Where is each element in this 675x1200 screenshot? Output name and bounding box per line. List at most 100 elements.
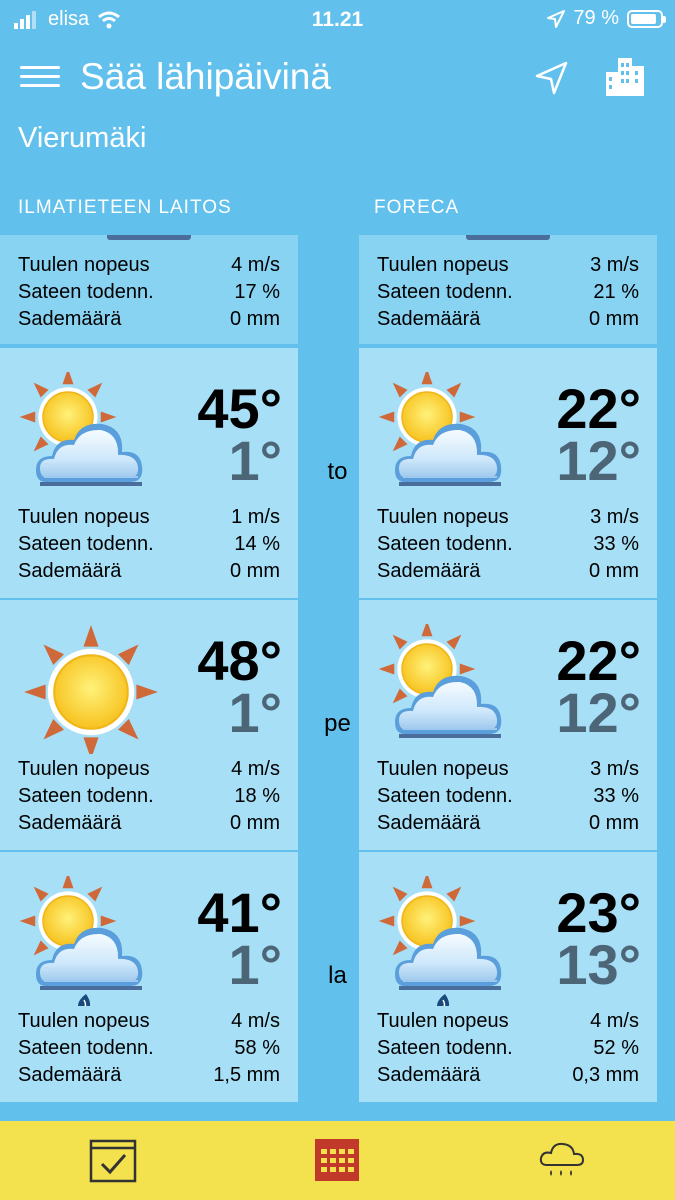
metric-row-wind: Tuulen nopeus 3 m/s [377, 254, 639, 281]
metric-row-rain-amount: Sademäärä 0 mm [377, 812, 639, 839]
day-label: la [328, 962, 347, 989]
sun-icon [8, 624, 158, 759]
metric-row-rain-amount: Sademäärä 0 mm [18, 812, 280, 839]
metric-label: Tuulen nopeus [18, 506, 150, 528]
metric-value: 18 % [234, 785, 280, 807]
metric-value: 33 % [593, 533, 639, 555]
temp-min: 12° [556, 429, 641, 492]
metric-value: 0,3 mm [572, 1064, 639, 1086]
forecast-card-foreca-pe[interactable]: 22° 12° Tuulen nopeus 3 m/s Sateen todenn. 33… [359, 600, 657, 850]
tab-bar [0, 1121, 675, 1200]
metric-label: Tuulen nopeus [377, 254, 509, 276]
status-right: 79 % [547, 7, 666, 30]
metric-row-wind: Tuulen nopeus 3 m/s [377, 506, 639, 533]
status-bar: elisa 11.21 79 % [0, 0, 675, 38]
metric-value: 1,5 mm [213, 1064, 280, 1086]
metric-label: Sateen todenn. [18, 1037, 154, 1059]
metric-label: Sademäärä [377, 1064, 481, 1086]
metric-label: Sateen todenn. [377, 785, 513, 807]
location-name: Vierumäki [18, 122, 147, 154]
temp-min: 13° [556, 933, 641, 996]
metric-value: 58 % [234, 1037, 280, 1059]
metric-label: Sademäärä [18, 812, 122, 834]
metric-label: Sateen todenn. [18, 533, 154, 555]
icon-fragment [466, 235, 550, 240]
metric-value: 0 mm [230, 308, 280, 330]
calendar-grid-icon[interactable] [312, 1135, 362, 1185]
metric-label: Sateen todenn. [377, 533, 513, 555]
metric-row-wind: Tuulen nopeus 3 m/s [377, 758, 639, 785]
metric-value: 21 % [593, 281, 639, 303]
forecast-card-foreca-to[interactable]: 22° 12° Tuulen nopeus 3 m/s Sateen todenn. 33… [359, 348, 657, 598]
metric-label: Sademäärä [377, 812, 481, 834]
forecast-card-foreca-la[interactable]: 23° 13° Tuulen nopeus 4 m/s Sateen todenn. 52… [359, 852, 657, 1102]
metric-label: Tuulen nopeus [377, 506, 509, 528]
hamburger-icon [20, 66, 60, 69]
metric-row-rain-amount: Sademäärä 0 mm [18, 560, 280, 587]
forecast-card-fmi-la[interactable]: 41° 1° Tuulen nopeus 4 m/s Sateen todenn. 58 … [0, 852, 298, 1102]
metric-label: Tuulen nopeus [377, 1010, 509, 1032]
source-header-fmi: ILMATIETEEN LAITOS [18, 197, 232, 218]
temp-min: 12° [556, 681, 641, 744]
day-label: pe [324, 710, 351, 737]
metric-value: 4 m/s [231, 758, 280, 780]
metric-value: 3 m/s [590, 758, 639, 780]
metric-value: 0 mm [589, 560, 639, 582]
metric-row-rain-amount: Sademäärä 0 mm [377, 560, 639, 587]
metric-row-rain-amount: Sademäärä 0,3 mm [377, 1064, 639, 1091]
metric-value: 33 % [593, 785, 639, 807]
metric-label: Sademäärä [377, 560, 481, 582]
metric-row-rain-chance: Sateen todenn. 58 % [18, 1037, 280, 1064]
sun-cloud-icon [367, 368, 517, 502]
metric-label: Sademäärä [18, 1064, 122, 1086]
temp-min: 1° [228, 681, 282, 744]
metric-label: Sateen todenn. [377, 281, 513, 303]
temp-min: 1° [228, 933, 282, 996]
metric-value: 4 m/s [590, 1010, 639, 1032]
page-title: Sää lähipäivinä [80, 56, 331, 97]
navigation-arrow-icon[interactable] [532, 58, 572, 98]
rain-cloud-icon[interactable] [537, 1135, 587, 1185]
battery-percent: 79 % [573, 7, 619, 29]
forecast-card-fmi-pe[interactable]: 48° 1° Tuulen nopeus 4 m/s Sateen todenn. 18 … [0, 600, 298, 850]
metric-value: 0 mm [589, 812, 639, 834]
metric-row-rain-chance: Sateen todenn. 52 % [377, 1037, 639, 1064]
metric-row-rain-amount: Sademäärä 0 mm [377, 308, 639, 335]
metric-label: Sateen todenn. [18, 281, 154, 303]
metric-label: Sademäärä [18, 560, 122, 582]
forecast-card-foreca-partial[interactable]: Tuulen nopeus 3 m/s Sateen todenn. 21 % Sade… [359, 235, 657, 344]
metric-value: 0 mm [589, 308, 639, 330]
metric-row-rain-amount: Sademäärä 1,5 mm [18, 1064, 280, 1091]
metric-value: 3 m/s [590, 506, 639, 528]
metric-value: 0 mm [230, 812, 280, 834]
metric-row-rain-chance: Sateen todenn. 18 % [18, 785, 280, 812]
metric-row-wind: Tuulen nopeus 4 m/s [18, 254, 280, 281]
menu-button[interactable] [20, 60, 60, 92]
metric-row-rain-chance: Sateen todenn. 21 % [377, 281, 639, 308]
city-buildings-icon[interactable] [604, 54, 648, 98]
icon-fragment [107, 235, 191, 240]
app-bar: Sää lähipäivinä [0, 50, 675, 110]
metric-row-rain-chance: Sateen todenn. 17 % [18, 281, 280, 308]
metric-row-wind: Tuulen nopeus 4 m/s [18, 1010, 280, 1037]
metric-value: 14 % [234, 533, 280, 555]
metric-label: Sademäärä [377, 308, 481, 330]
temp-min: 1° [228, 429, 282, 492]
checklist-calendar-icon[interactable] [88, 1135, 138, 1185]
metric-label: Tuulen nopeus [18, 758, 150, 780]
metric-value: 3 m/s [590, 254, 639, 276]
forecast-card-fmi-partial[interactable]: Tuulen nopeus 4 m/s Sateen todenn. 17 % Sade… [0, 235, 298, 344]
sun-cloud-rain-icon [8, 872, 158, 1012]
sun-cloud-icon [8, 368, 158, 502]
metric-row-wind: Tuulen nopeus 1 m/s [18, 506, 280, 533]
metric-row-rain-amount: Sademäärä 0 mm [18, 308, 280, 335]
metric-row-rain-chance: Sateen todenn. 33 % [377, 785, 639, 812]
forecast-card-fmi-to[interactable]: 45° 1° Tuulen nopeus 1 m/s Sateen todenn. 14 … [0, 348, 298, 598]
metric-label: Sateen todenn. [18, 785, 154, 807]
metric-row-rain-chance: Sateen todenn. 14 % [18, 533, 280, 560]
metric-row-wind: Tuulen nopeus 4 m/s [18, 758, 280, 785]
sun-cloud-rain-icon [367, 872, 517, 1012]
source-header-foreca: FORECA [374, 197, 460, 218]
metric-label: Tuulen nopeus [377, 758, 509, 780]
battery-icon [627, 9, 666, 28]
